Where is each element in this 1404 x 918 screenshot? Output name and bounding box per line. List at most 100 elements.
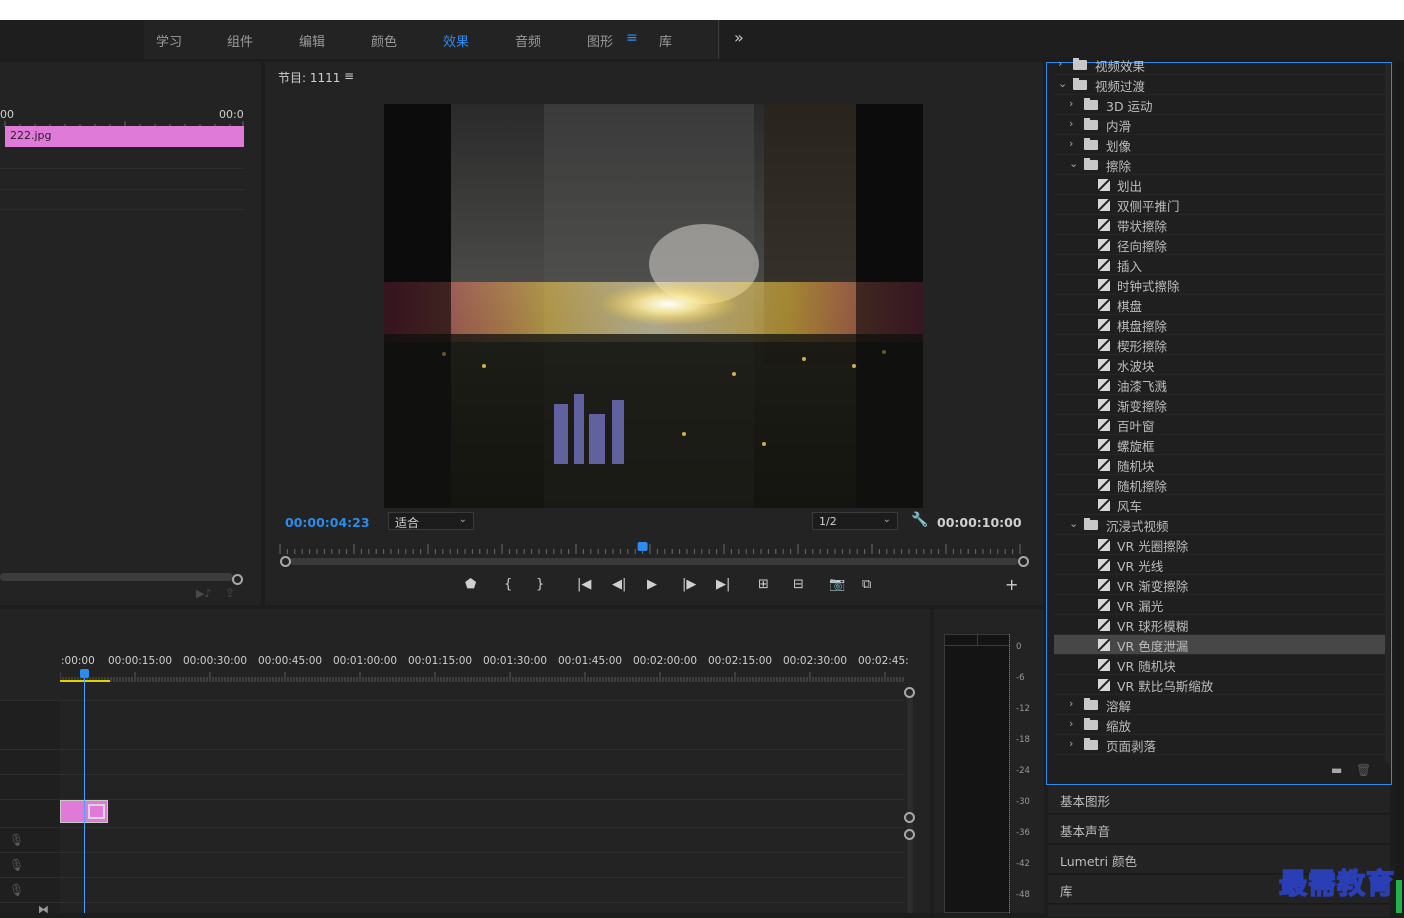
timeline-ruler[interactable]	[60, 670, 904, 684]
chevron-right-icon[interactable]: ›	[1069, 697, 1073, 710]
settings-wrench-icon[interactable]: 🔧	[911, 512, 928, 528]
effects-item[interactable]: VR 光圈擦除	[1054, 535, 1385, 555]
fit-dropdown[interactable]: 适合 ⌄	[388, 512, 474, 530]
effects-item[interactable]: VR 色度泄漏	[1054, 635, 1385, 655]
effects-item[interactable]: VR 漏光	[1054, 595, 1385, 615]
tab-editing[interactable]: 编辑	[299, 31, 325, 50]
program-menu-icon[interactable]: ≡	[344, 69, 354, 83]
effects-item[interactable]: VR 光线	[1054, 555, 1385, 575]
add-button-icon[interactable]: +	[1005, 575, 1018, 594]
source-scrollbar[interactable]	[0, 573, 233, 581]
step-back-icon[interactable]: ◀|	[612, 577, 626, 592]
program-zoom-scrollbar[interactable]	[290, 558, 1018, 565]
voiceover-mic-icon[interactable]: 🎙	[9, 883, 24, 897]
effects-folder[interactable]: › 3D 运动	[1054, 95, 1385, 115]
effects-item[interactable]: 随机擦除	[1054, 475, 1385, 495]
effects-item[interactable]: 油漆飞溅	[1054, 375, 1385, 395]
effects-item[interactable]: 百叶窗	[1054, 415, 1385, 435]
effects-item[interactable]: 棋盘擦除	[1054, 315, 1385, 335]
panel-more[interactable]	[1048, 905, 1390, 918]
export-frame-icon[interactable]: 📷	[829, 577, 845, 592]
timeline-clip-transition[interactable]	[88, 804, 105, 819]
tab-color[interactable]: 颜色	[371, 31, 397, 50]
master-track-icon[interactable]: ⧓	[38, 903, 49, 916]
effects-folder[interactable]: › 页面剥落	[1054, 735, 1385, 755]
new-bin-icon[interactable]: ▬	[1331, 763, 1342, 777]
effects-item[interactable]: 带状擦除	[1054, 215, 1385, 235]
effects-item[interactable]: VR 随机块	[1054, 655, 1385, 675]
work-area-bar[interactable]	[60, 680, 110, 682]
program-playhead[interactable]	[637, 542, 648, 551]
chevron-right-icon[interactable]: ›	[1069, 717, 1073, 730]
step-forward-icon[interactable]: |▶	[682, 577, 696, 592]
lift-icon[interactable]: ⊞	[758, 577, 769, 592]
resolution-dropdown[interactable]: 1/2 ⌄	[812, 512, 898, 530]
right-scrollbar[interactable]	[1396, 62, 1404, 913]
program-time-ruler[interactable]	[278, 540, 1026, 556]
program-current-timecode[interactable]: 00:00:04:23	[285, 515, 370, 530]
timeline-playhead[interactable]	[80, 669, 89, 678]
effects-item[interactable]: VR 渐变擦除	[1054, 575, 1385, 595]
effects-folder[interactable]: › 划像	[1054, 135, 1385, 155]
effects-item[interactable]: 螺旋框	[1054, 435, 1385, 455]
chevron-down-icon[interactable]: ⌄	[1069, 517, 1078, 530]
timeline-scroll-handle-top[interactable]	[904, 687, 915, 698]
delete-icon[interactable]: 🗑	[1356, 763, 1371, 777]
effects-item[interactable]: 插入	[1054, 255, 1385, 275]
effects-folder[interactable]: ⌄ 视频过渡	[1054, 75, 1385, 95]
zoom-handle-left[interactable]	[280, 556, 291, 567]
effects-item[interactable]: 双侧平推门	[1054, 195, 1385, 215]
effects-item[interactable]: 划出	[1054, 175, 1385, 195]
timeline-scroll-handle[interactable]	[904, 829, 915, 840]
effects-item[interactable]: 棋盘	[1054, 295, 1385, 315]
effects-item[interactable]: 时钟式擦除	[1054, 275, 1385, 295]
effects-folder[interactable]: › 视频效果	[1054, 55, 1385, 75]
effects-folder[interactable]: › 缩放	[1054, 715, 1385, 735]
chevron-down-icon[interactable]: ⌄	[1058, 77, 1067, 90]
voiceover-mic-icon[interactable]: 🎙	[9, 858, 24, 872]
source-export-icon[interactable]: ⇪	[225, 586, 235, 600]
tab-assembly[interactable]: 组件	[227, 31, 253, 50]
zoom-handle-right[interactable]	[1018, 556, 1029, 567]
effects-item[interactable]: 风车	[1054, 495, 1385, 515]
chevron-right-icon[interactable]: ›	[1069, 737, 1073, 750]
tab-learn[interactable]: 学习	[156, 31, 182, 50]
panel-essential-sound[interactable]: 基本声音	[1048, 815, 1390, 844]
go-to-out-icon[interactable]: ▶|	[716, 577, 730, 592]
effects-item[interactable]: 随机块	[1054, 455, 1385, 475]
effects-item[interactable]: VR 默比乌斯缩放	[1054, 675, 1385, 695]
tab-libraries[interactable]: 库	[659, 31, 672, 50]
more-workspaces-icon[interactable]: »	[734, 28, 744, 47]
extract-icon[interactable]: ⊟	[793, 577, 804, 592]
timeline-vertical-scrollbar[interactable]	[907, 692, 913, 913]
timeline-scroll-handle[interactable]	[904, 812, 915, 823]
source-audio-icon[interactable]: ▶♪	[196, 587, 211, 600]
effects-folder[interactable]: › 溶解	[1054, 695, 1385, 715]
tab-audio[interactable]: 音频	[515, 31, 541, 50]
mark-in-icon[interactable]: {	[504, 577, 512, 592]
effects-folder[interactable]: ⌄ 沉浸式视频	[1054, 515, 1385, 535]
source-zoom-handle[interactable]	[232, 574, 243, 585]
chevron-right-icon[interactable]: ›	[1069, 137, 1073, 150]
effects-folder[interactable]: › 内滑	[1054, 115, 1385, 135]
effects-item[interactable]: 径向擦除	[1054, 235, 1385, 255]
workspace-menu-icon[interactable]: ≡	[626, 30, 638, 46]
play-icon[interactable]: ▶	[647, 577, 657, 592]
effects-folder[interactable]: ⌄ 擦除	[1054, 155, 1385, 175]
tab-graphics[interactable]: 图形	[587, 31, 613, 50]
panel-essential-graphics[interactable]: 基本图形	[1048, 785, 1390, 814]
chevron-right-icon[interactable]: ›	[1058, 57, 1062, 70]
add-marker-icon[interactable]: ⬟	[465, 577, 476, 592]
chevron-right-icon[interactable]: ›	[1069, 117, 1073, 130]
effects-item[interactable]: 楔形擦除	[1054, 335, 1385, 355]
source-clip[interactable]: 222.jpg	[5, 126, 244, 147]
chevron-down-icon[interactable]: ⌄	[1069, 157, 1078, 170]
effects-item[interactable]: 水波块	[1054, 355, 1385, 375]
mark-out-icon[interactable]: }	[536, 577, 544, 592]
effects-item[interactable]: VR 球形模糊	[1054, 615, 1385, 635]
tab-effects[interactable]: 效果	[443, 31, 469, 50]
comparison-view-icon[interactable]: ⧉	[862, 577, 871, 592]
effects-item[interactable]: 渐变擦除	[1054, 395, 1385, 415]
effects-scrollbar[interactable]	[1385, 63, 1390, 763]
go-to-in-icon[interactable]: |◀	[577, 577, 591, 592]
